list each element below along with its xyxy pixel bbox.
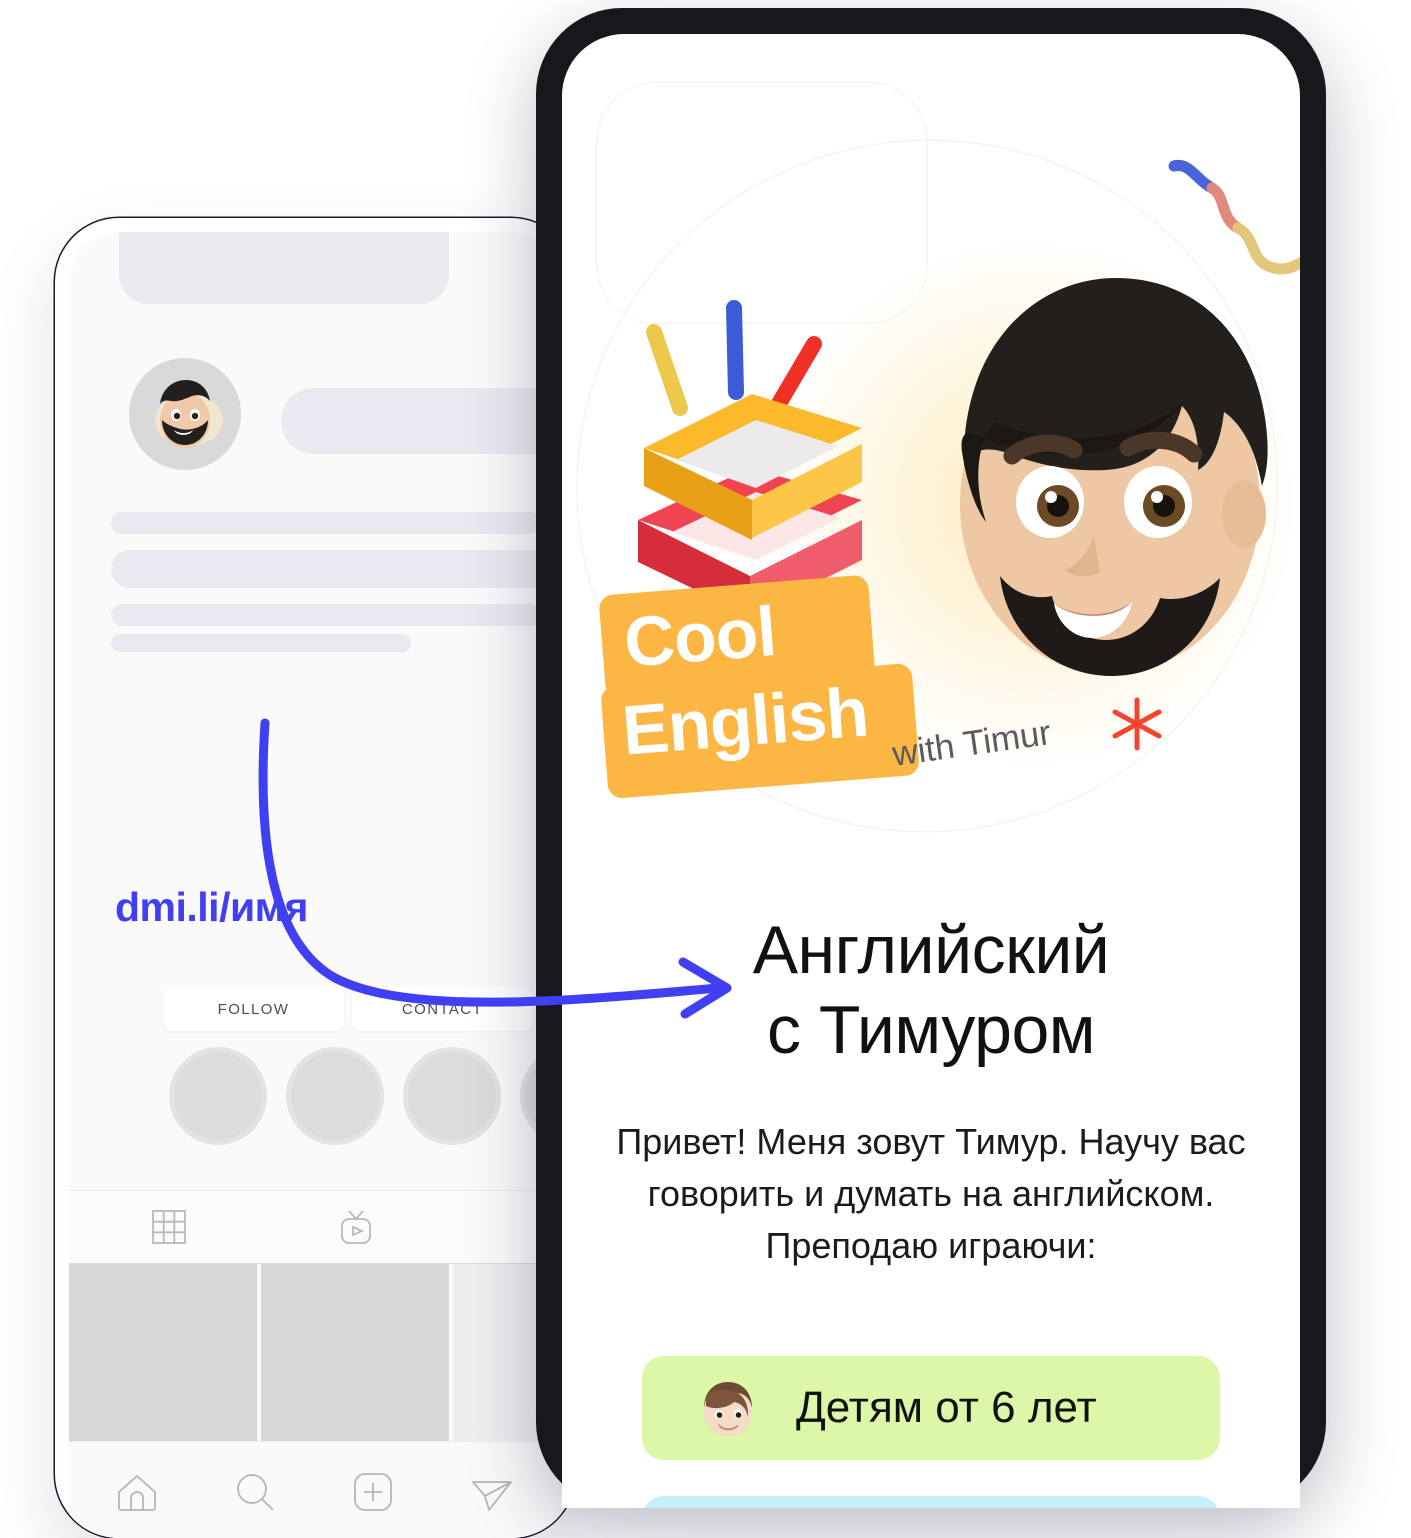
landing-screen: Cool English with Timur Английский с Тим… [562, 34, 1300, 1508]
hero-section: Cool English with Timur [562, 34, 1300, 874]
stacked-books-icon [638, 300, 862, 614]
profile-link[interactable]: dmi.li/имя [115, 884, 308, 931]
skeleton-line [111, 512, 541, 534]
headline-line-2: с Тимуром [766, 992, 1096, 1069]
igtv-icon[interactable] [334, 1205, 378, 1249]
profile-tab-row [69, 1190, 561, 1264]
skeleton-name-bar [281, 388, 561, 454]
grid-cell[interactable] [261, 1264, 449, 1454]
headline-line-1: Английский [752, 912, 1110, 988]
child-memoji-icon [704, 1382, 752, 1437]
add-post-icon[interactable] [347, 1466, 399, 1518]
skeleton-line [111, 634, 411, 652]
phone-notch [119, 232, 449, 304]
avatar[interactable] [129, 358, 241, 470]
bottom-nav-bar [69, 1441, 561, 1538]
memoji-bearded-man-icon [960, 278, 1268, 676]
share-icon[interactable] [465, 1466, 517, 1518]
cool-english-logo: Cool English [598, 574, 932, 800]
feature-chip-kids[interactable]: Детям от 6 лет [642, 1356, 1220, 1460]
home-icon[interactable] [111, 1466, 163, 1518]
chip-label: Детям от 6 лет [796, 1383, 1097, 1432]
story-highlights-row [69, 1047, 561, 1157]
instagram-phone-mockup: dmi.li/имя FOLLOW CONTACT [55, 218, 575, 1538]
sparkle-star-icon [1112, 697, 1162, 751]
screenshot-stage: dmi.li/имя FOLLOW CONTACT Cool English w… [0, 0, 1411, 1538]
story-highlight[interactable] [169, 1047, 267, 1145]
contact-button[interactable]: CONTACT [352, 987, 533, 1031]
skeleton-line [111, 550, 561, 588]
feature-chip-next[interactable] [642, 1496, 1220, 1508]
story-highlight[interactable] [286, 1047, 384, 1145]
story-highlight[interactable] [403, 1047, 501, 1145]
page-description: Привет! Меня зовут Тимур. Научу вас гово… [616, 1121, 1246, 1266]
search-icon[interactable] [229, 1466, 281, 1518]
skeleton-line [111, 604, 541, 626]
instagram-screen: dmi.li/имя FOLLOW CONTACT [69, 232, 561, 1538]
grid-cell[interactable] [69, 1264, 257, 1454]
follow-button[interactable]: FOLLOW [163, 987, 344, 1031]
page-title: Английский с Тимуром [562, 910, 1300, 1070]
memoji-avatar-icon [129, 358, 241, 470]
landing-phone-mockup: Cool English with Timur Английский с Тим… [536, 8, 1326, 1508]
grid-icon[interactable] [147, 1205, 191, 1249]
profile-action-row: FOLLOW CONTACT [77, 987, 561, 1031]
